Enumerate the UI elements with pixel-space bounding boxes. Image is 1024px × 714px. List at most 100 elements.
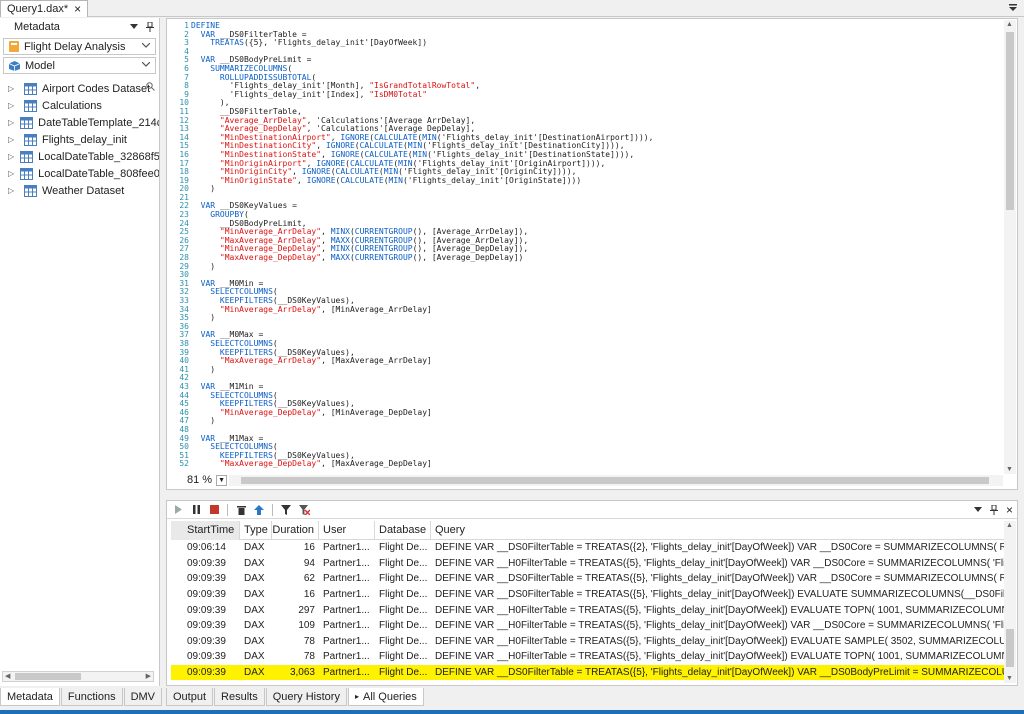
table-row[interactable]: 09:09:39 DAX 78 Partner1... Flight De... DEFI… xyxy=(171,634,1005,650)
expand-icon[interactable]: ▷ xyxy=(8,169,14,178)
scrollbar-thumb[interactable] xyxy=(1006,32,1014,210)
column-header[interactable]: Query xyxy=(431,520,1005,540)
expand-icon[interactable]: ▷ xyxy=(8,135,18,144)
horizontal-scrollbar[interactable]: ◀ ▶ xyxy=(2,671,154,682)
code-line: ) xyxy=(191,416,216,426)
panel-menu-icon[interactable] xyxy=(130,24,138,30)
tab-all-queries[interactable]: ▸ All Queries xyxy=(347,688,424,706)
document-tab[interactable]: Query1.dax* × xyxy=(0,0,89,17)
table-cell: 09:09:39 xyxy=(187,635,226,647)
perspective-combo[interactable]: Model xyxy=(3,57,156,74)
tab-label: Metadata xyxy=(7,690,53,703)
pin-icon[interactable] xyxy=(989,505,998,515)
table-row[interactable]: 09:09:39 DAX 297 Partner1... Flight De... DEF… xyxy=(171,602,1005,618)
tab-dmv[interactable]: DMV xyxy=(123,688,163,706)
scroll-down-icon[interactable]: ▼ xyxy=(1006,675,1013,682)
expand-icon[interactable]: ▷ xyxy=(8,84,18,93)
scroll-up-icon[interactable]: ▲ xyxy=(1006,522,1013,529)
table-cell: DEFINE VAR __H0FilterTable = TREATAS({5}… xyxy=(435,651,1005,663)
pause-icon[interactable] xyxy=(189,503,203,517)
close-icon[interactable]: × xyxy=(74,3,81,15)
table-cell: DEFINE VAR __H0FilterTable = TREATAS({5}… xyxy=(435,620,1005,632)
scrollbar-thumb[interactable] xyxy=(241,477,989,484)
pin-icon[interactable] xyxy=(146,22,154,32)
scrollbar-thumb[interactable] xyxy=(1006,629,1014,667)
table-tree-item[interactable]: ▷ Weather Dataset xyxy=(0,182,159,199)
table-tree-item[interactable]: ▷ Calculations xyxy=(0,97,159,114)
scroll-left-icon[interactable]: ◀ xyxy=(5,672,10,681)
table-cell: Partner1... xyxy=(323,667,370,679)
copy-to-editor-icon[interactable] xyxy=(252,503,266,517)
table-cell: Flight De... xyxy=(379,651,428,663)
clear-trash-icon[interactable] xyxy=(234,503,248,517)
table-row[interactable]: 09:09:39 DAX 3,063 Partner1... Flight De... D… xyxy=(171,664,1005,681)
table-cell: Partner1... xyxy=(323,542,370,554)
table-row[interactable]: 09:09:39 DAX 94 Partner1... Flight De... DEFI… xyxy=(171,556,1005,572)
column-header[interactable]: Database xyxy=(375,520,431,540)
column-header[interactable]: User xyxy=(319,520,375,540)
column-header[interactable]: Duration xyxy=(272,520,319,540)
table-cell: Flight De... xyxy=(379,604,428,616)
table-cell: 09:09:39 xyxy=(187,651,226,663)
close-icon[interactable]: × xyxy=(1006,503,1013,517)
model-combo-value: Flight Delay Analysis xyxy=(24,40,126,53)
table-cell: 78 xyxy=(303,651,315,663)
table-tree: ▷ Airport Codes Dataset ▷ Calculations ▷ Date… xyxy=(0,80,159,199)
tab-results[interactable]: Results xyxy=(214,688,265,706)
tab-metadata[interactable]: Metadata xyxy=(0,688,60,706)
tab-label: DMV xyxy=(130,690,156,703)
table-tree-item[interactable]: ▷ LocalDateTable_32868f5e-c xyxy=(0,148,159,165)
scrollbar-thumb[interactable] xyxy=(15,673,81,680)
stop-icon[interactable] xyxy=(207,503,221,517)
column-header[interactable]: Type xyxy=(240,520,272,540)
table-row[interactable]: 09:09:39 DAX 62 Partner1... Flight De... DEFI… xyxy=(171,571,1005,587)
expand-icon[interactable]: ▷ xyxy=(8,186,18,195)
expand-icon[interactable]: ▷ xyxy=(8,152,14,161)
tab-functions[interactable]: Functions xyxy=(60,688,123,706)
expand-icon[interactable]: ▷ xyxy=(8,101,18,110)
table-icon xyxy=(20,116,34,129)
table-row[interactable]: 09:06:14 DAX 16 Partner1... Flight De... DEFI… xyxy=(171,540,1005,556)
scroll-up-icon[interactable]: ▲ xyxy=(1006,21,1013,28)
column-header[interactable]: StartTime xyxy=(171,520,240,540)
table-row[interactable]: 09:09:39 DAX 78 Partner1... Flight De... DEFI… xyxy=(171,649,1005,665)
table-cell: Flight De... xyxy=(379,635,428,647)
editor-vertical-scrollbar[interactable]: ▲ ▼ xyxy=(1004,20,1016,474)
table-tree-item[interactable]: ▷ Airport Codes Dataset xyxy=(0,80,159,97)
query-editor[interactable]: 1 2 3 4 5 6 7 8 9 10 11 12 13 14 15 16 17 18 19 20 21 22 23 24 2… xyxy=(166,18,1018,490)
table-cell: 94 xyxy=(303,557,315,569)
zoom-dropdown-icon[interactable]: ▼ xyxy=(216,474,228,486)
code-area[interactable]: DEFINE VAR __DS0FilterTable = TREATAS({5… xyxy=(191,21,653,469)
table-cell: 09:06:14 xyxy=(187,542,226,554)
expand-icon[interactable]: ▷ xyxy=(8,118,14,127)
scroll-down-icon[interactable]: ▼ xyxy=(1006,466,1013,473)
scroll-right-icon[interactable]: ▶ xyxy=(146,672,151,681)
table-tree-item[interactable]: ▷ Flights_delay_init xyxy=(0,131,159,148)
editor-horizontal-scrollbar[interactable] xyxy=(229,475,1003,486)
search-icon[interactable] xyxy=(146,82,155,91)
table-cell: 16 xyxy=(303,542,315,554)
clear-filter-icon[interactable] xyxy=(297,503,311,517)
filter-icon[interactable] xyxy=(279,503,293,517)
tab-output[interactable]: Output xyxy=(166,688,214,706)
panel-menu-icon[interactable] xyxy=(973,507,982,513)
query-table-vertical-scrollbar[interactable]: ▲ ▼ xyxy=(1004,521,1016,683)
left-panel-tabs: Metadata Functions DMV xyxy=(0,688,163,706)
table-name: DateTableTemplate_214c25 xyxy=(38,116,159,129)
zoom-control[interactable]: 81 % ▼ xyxy=(187,474,228,486)
tab-query-history[interactable]: Query History xyxy=(265,688,347,706)
table-cell: DEFINE VAR __H0FilterTable = TREATAS({5}… xyxy=(435,604,1005,616)
table-tree-item[interactable]: ▷ LocalDateTable_808fee00-7 xyxy=(0,165,159,182)
table-header-row: StartTime Type Duration User Database Query xyxy=(171,520,1005,540)
query-trace-table: StartTime Type Duration User Database Query 09… xyxy=(171,520,1005,681)
model-combo[interactable]: Flight Delay Analysis xyxy=(3,38,156,55)
code-line: "MaxAverage_ArrDelay", [MaxAverage_ArrDe… xyxy=(219,356,432,366)
code-line: ) xyxy=(191,261,216,271)
table-cell: DAX xyxy=(244,667,265,679)
table-row[interactable]: 09:09:39 DAX 109 Partner1... Flight De... DEF… xyxy=(171,618,1005,634)
table-tree-item[interactable]: ▷ DateTableTemplate_214c25 xyxy=(0,114,159,131)
table-cell: 09:09:39 xyxy=(187,589,226,601)
play-icon[interactable] xyxy=(171,503,185,517)
tab-list-dropdown-icon[interactable] xyxy=(1008,3,1018,13)
table-row[interactable]: 09:09:39 DAX 16 Partner1... Flight De... DEFI… xyxy=(171,587,1005,603)
